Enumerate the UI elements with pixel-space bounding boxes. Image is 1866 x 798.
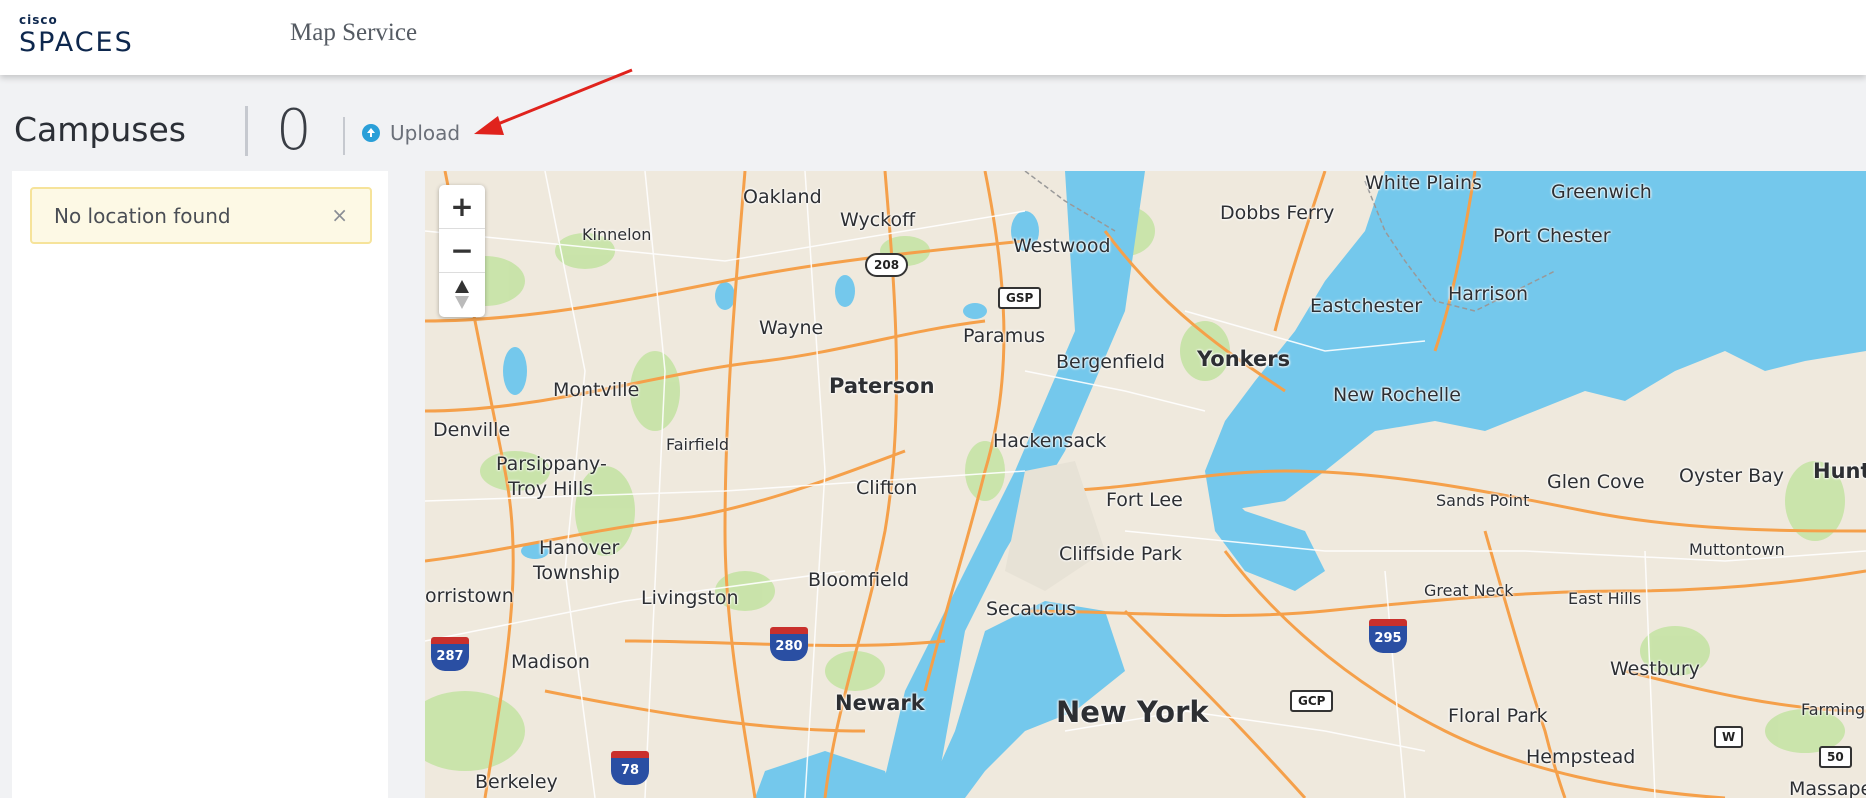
map-label: Montville [553, 379, 640, 401]
divider [245, 106, 248, 156]
map-label: Great Neck [1424, 581, 1514, 600]
compass-icon [455, 280, 469, 310]
brand-spaces-text: SPACES [19, 27, 134, 58]
map-label: Sands Point [1436, 491, 1530, 510]
map-label: New York [1056, 695, 1209, 729]
zoom-in-button[interactable]: + [439, 185, 485, 229]
map-label: Dobbs Ferry [1220, 202, 1335, 224]
upload-circle-icon [362, 124, 380, 142]
annotation-arrow-icon [474, 68, 633, 135]
map-label: Kinnelon [582, 225, 652, 244]
map-label: Hunti [1813, 459, 1866, 483]
map-label: East Hills [1568, 589, 1642, 608]
map-label: Wyckoff [840, 209, 916, 231]
map-label: Wayne [759, 317, 824, 339]
top-bar: cisco SPACES Map Service [0, 0, 1866, 75]
map-label: Yonkers [1197, 347, 1291, 371]
route-shield: GSP [998, 287, 1042, 309]
route-shield: GCP [1290, 690, 1334, 712]
map-label: Livingston [641, 587, 739, 609]
route-shield: 208 [865, 253, 909, 277]
map-label: Port Chester [1493, 225, 1611, 247]
map-label: Denville [433, 419, 511, 441]
map-label: Bergenfield [1056, 351, 1165, 373]
map-label: Newark [835, 691, 925, 715]
map-label: Oyster Bay [1679, 465, 1785, 487]
map-label: Glen Cove [1547, 471, 1645, 493]
map-label: New Rochelle [1333, 384, 1461, 406]
map-label: Massapeq [1789, 778, 1866, 798]
map-label: Floral Park [1448, 705, 1548, 727]
cisco-spaces-logo[interactable]: cisco SPACES [19, 13, 134, 58]
no-location-alert: No location found × [30, 187, 372, 244]
map-label: Oakland [743, 186, 822, 208]
map-label: Secaucus [986, 598, 1077, 620]
campus-list-panel: No location found × [12, 171, 388, 798]
map-label: Clifton [856, 477, 918, 499]
interstate-shield: 287 [431, 637, 469, 671]
zoom-out-button[interactable]: − [439, 229, 485, 273]
map-label: Farmingd [1801, 700, 1866, 719]
alert-message: No location found [54, 203, 231, 228]
map-label: Madison [511, 651, 590, 673]
upload-button[interactable]: Upload [362, 121, 460, 145]
map-label: Township [533, 562, 620, 584]
map-label: Westwood [1013, 235, 1111, 257]
divider [343, 117, 345, 155]
brand-cisco-text: cisco [19, 13, 58, 27]
interstate-shield: 295 [1369, 619, 1407, 653]
page-title: Map Service [290, 19, 418, 46]
map-label: Parsippany- [496, 453, 607, 475]
map-label: Greenwich [1551, 181, 1652, 203]
interstate-shield: 78 [611, 751, 649, 785]
map-label: Paramus [963, 325, 1046, 347]
route-shield: W [1714, 726, 1744, 748]
map-label: Harrison [1448, 283, 1529, 305]
map-label: Hempstead [1526, 746, 1636, 768]
map-view[interactable]: + − Oakland Wyckoff Kinnelon Westwood Do… [425, 171, 1866, 798]
map-label: Fort Lee [1106, 489, 1183, 511]
map-label: Paterson [829, 374, 935, 398]
map-label: Cliffside Park [1059, 543, 1182, 565]
map-label: Hackensack [993, 430, 1107, 452]
map-label: Fairfield [666, 435, 730, 454]
interstate-shield: 280 [770, 627, 808, 661]
close-icon[interactable]: × [331, 203, 348, 227]
campuses-heading: Campuses [14, 110, 186, 149]
map-label: Troy Hills [508, 478, 594, 500]
campus-count: 0 [276, 98, 312, 163]
map-label: Westbury [1610, 658, 1700, 680]
map-label: White Plains [1365, 172, 1482, 194]
map-label: Berkeley [475, 771, 558, 793]
map-label: Muttontown [1689, 540, 1785, 559]
map-zoom-controls: + − [439, 185, 485, 317]
map-label: Eastchester [1310, 295, 1423, 317]
reset-north-button[interactable] [439, 273, 485, 317]
map-label: Bloomfield [808, 569, 910, 591]
upload-label: Upload [390, 121, 461, 145]
map-label: Hanover [539, 537, 620, 559]
map-label: orristown [425, 585, 514, 607]
route-shield: 50 [1819, 746, 1852, 768]
